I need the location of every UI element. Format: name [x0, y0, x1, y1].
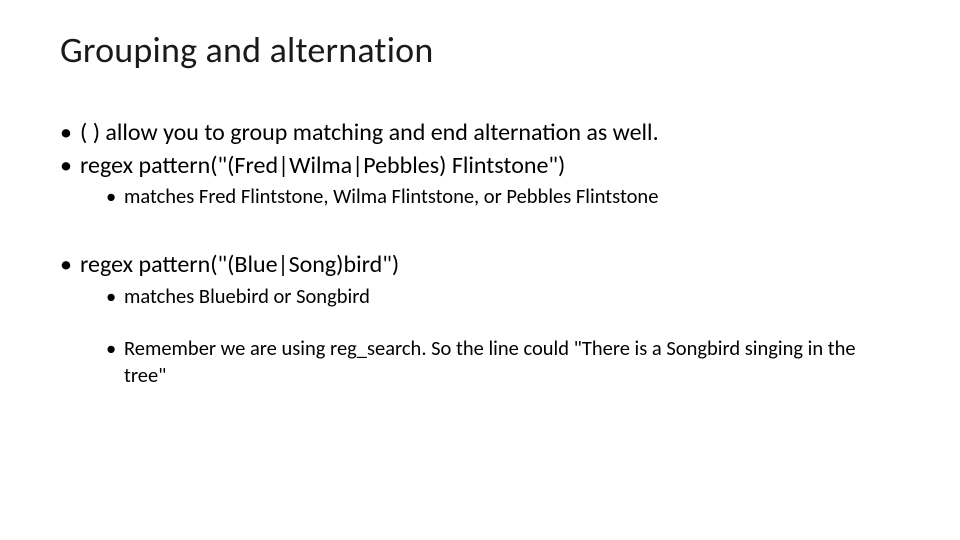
spacer: [106, 311, 900, 335]
slide-title: Grouping and alternation: [60, 28, 900, 72]
sub-bullet-list: matches Bluebird or Songbird Remember we…: [106, 283, 900, 389]
sub-bullet-text: matches Bluebird or Songbird: [124, 283, 370, 309]
bullet-item: regex pattern("(Fred|Wilma|Pebbles) Flin…: [60, 151, 900, 210]
slide: Grouping and alternation ( ) allow you t…: [0, 0, 960, 540]
sub-bullet-list: matches Fred Flintstone, Wilma Flintston…: [106, 183, 900, 210]
sub-bullet-item: Remember we are using reg_search. So the…: [106, 335, 900, 388]
bullet-text: ( ) allow you to group matching and end …: [80, 118, 659, 147]
sub-bullet-text: matches Fred Flintstone, Wilma Flintston…: [124, 183, 658, 209]
bullet-text: regex pattern("(Blue|Song)bird"): [80, 250, 399, 279]
bullet-text: regex pattern("(Fred|Wilma|Pebbles) Flin…: [80, 151, 565, 180]
sub-bullet-text: Remember we are using reg_search. So the…: [124, 335, 856, 388]
spacer: [60, 212, 900, 250]
bullet-item: ( ) allow you to group matching and end …: [60, 118, 900, 149]
sub-bullet-item: matches Fred Flintstone, Wilma Flintston…: [106, 183, 900, 210]
bullet-list: ( ) allow you to group matching and end …: [60, 118, 900, 389]
bullet-item: regex pattern("(Blue|Song)bird") matches…: [60, 250, 900, 389]
sub-bullet-item: matches Bluebird or Songbird: [106, 283, 900, 310]
